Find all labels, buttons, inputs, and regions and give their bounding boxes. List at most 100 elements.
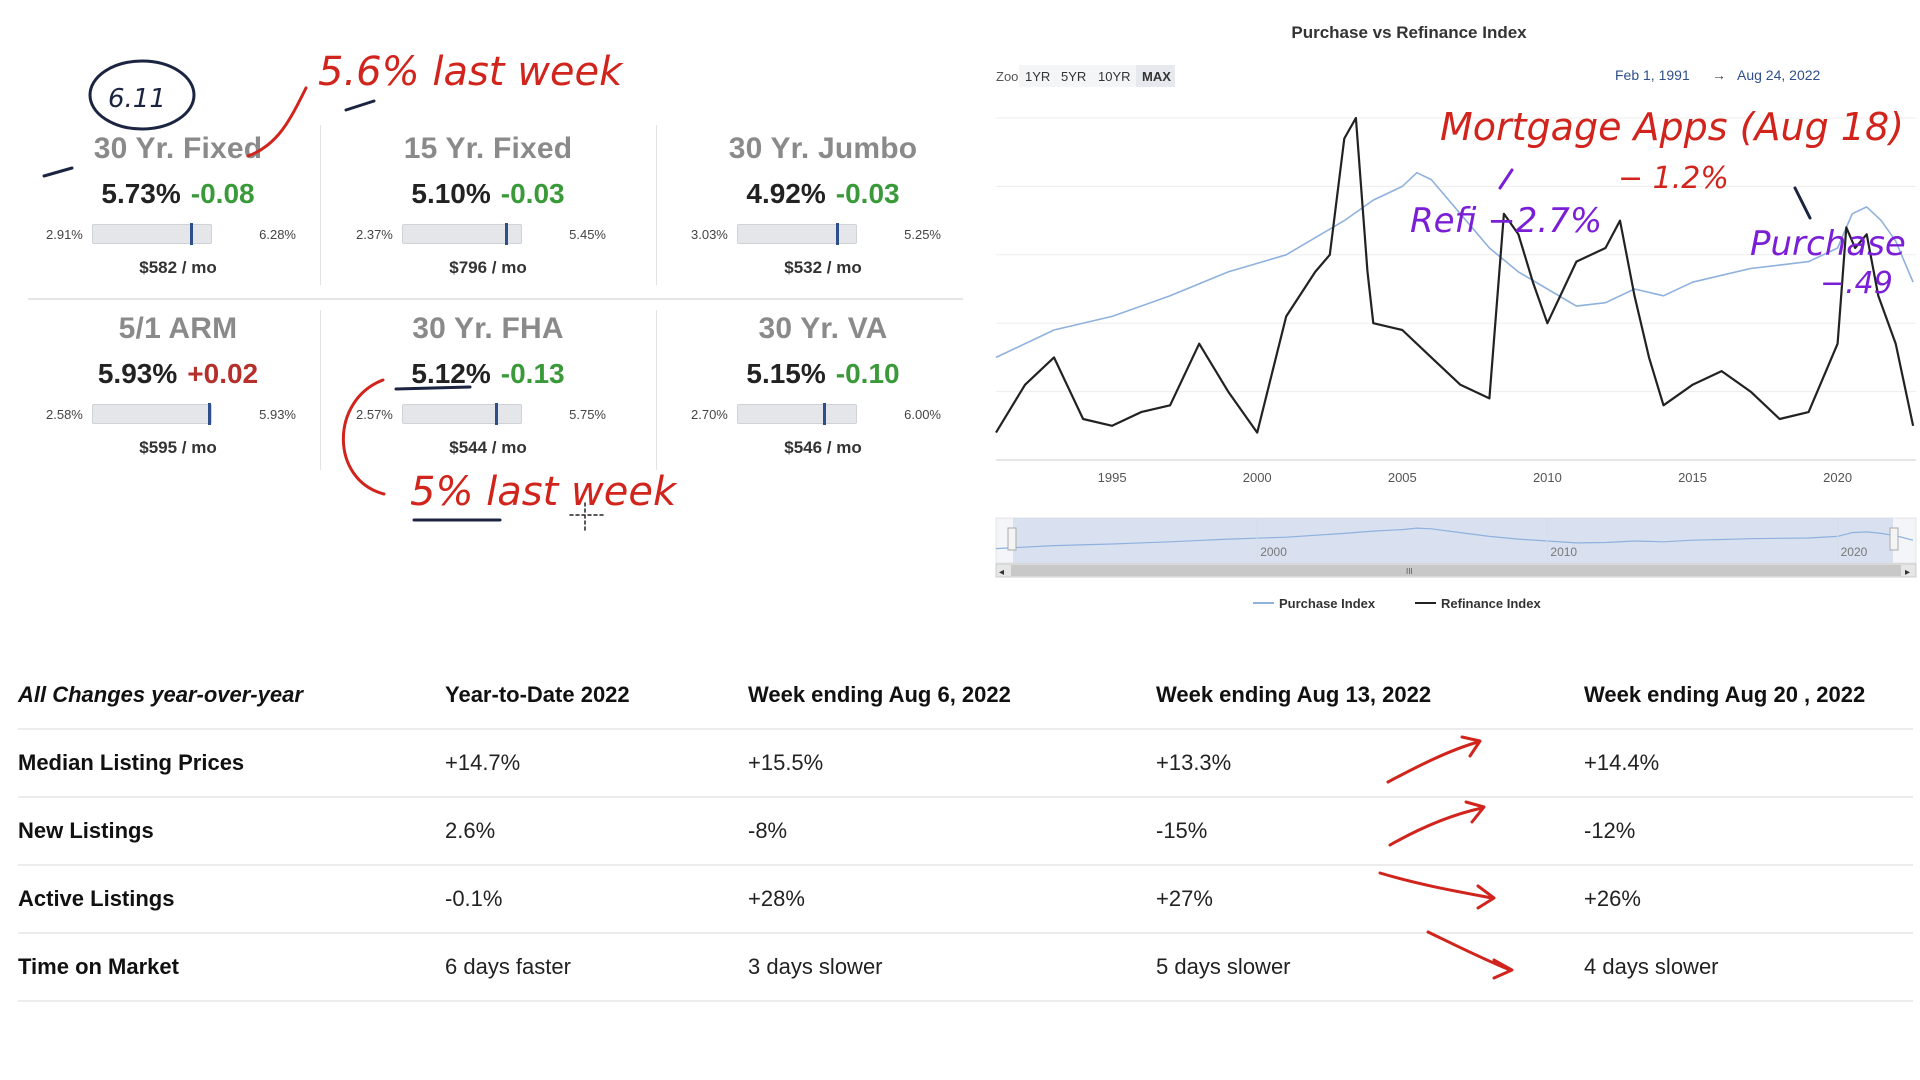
rate-card[interactable]: 30 Yr. FHA 5.12% -0.13 2.57% 5.75% $544 / mo xyxy=(338,290,638,460)
table-cell: -8% xyxy=(748,797,1156,866)
rate-value: 4.92% xyxy=(746,178,826,209)
range-marker xyxy=(505,223,508,245)
range-max: 5.25% xyxy=(904,227,941,242)
x-tick-label: 2005 xyxy=(1388,470,1417,485)
x-axis-ticks: 1995 2000 2005 2010 2015 2020 xyxy=(1098,470,1852,485)
monthly-payment: $796 / mo xyxy=(449,258,527,277)
navigator-handle-left[interactable] xyxy=(1007,527,1017,551)
range-min: 2.57% xyxy=(356,407,393,422)
scrollbar-grip: III xyxy=(1406,567,1413,576)
zoom-button-label[interactable]: 10YR xyxy=(1098,69,1131,84)
range-bar xyxy=(402,223,522,245)
scroll-left-arrow[interactable]: ◂ xyxy=(999,567,1004,578)
table-cell: +14.4% xyxy=(1584,729,1913,798)
rate-card[interactable]: 30 Yr. Fixed 5.73% -0.08 2.91% 6.28% $582 / m… xyxy=(28,110,328,280)
table-cell: +15.5% xyxy=(748,729,1156,798)
refinance-index-line xyxy=(995,116,1915,434)
navigator-handle-right[interactable] xyxy=(1889,527,1899,551)
zoom-button-label[interactable]: MAX xyxy=(1142,69,1171,84)
dash-annotation xyxy=(344,99,376,112)
table-cell: +28% xyxy=(748,865,1156,934)
rate-change: -0.13 xyxy=(500,358,565,389)
table-cell: -15% xyxy=(1156,797,1584,866)
scrollbar-thumb[interactable] xyxy=(1011,565,1901,576)
rate-card[interactable]: 15 Yr. Fixed 5.10% -0.03 2.37% 5.45% $796 / m… xyxy=(338,110,638,280)
header-cell: Week ending Aug 13, 2022 xyxy=(1156,662,1584,730)
mortgage-rates-panel: 30 Yr. Fixed 5.73% -0.08 2.91% 6.28% $582 / m… xyxy=(28,110,963,480)
range-min: 2.58% xyxy=(46,407,83,422)
range-max: 5.93% xyxy=(259,407,296,422)
header-cell: Year-to-Date 2022 xyxy=(445,662,748,730)
range-bar xyxy=(402,403,522,425)
table-row: Median Listing Prices +14.7% +15.5% +13.3% +… xyxy=(18,729,1913,798)
table-header-row: All Changes year-over-year Year-to-Date … xyxy=(18,662,1913,730)
rate-line: 5.12% -0.13 xyxy=(338,358,638,390)
rate-card[interactable]: 5/1 ARM 5.93% +0.02 2.58% 5.93% $595 / mo xyxy=(28,290,328,460)
row-label: Time on Market xyxy=(18,933,445,1002)
rate-change: -0.10 xyxy=(835,358,900,389)
rate-card[interactable]: 30 Yr. Jumbo 4.92% -0.03 3.03% 5.25% $532 / m… xyxy=(673,110,973,280)
range-min: 3.03% xyxy=(691,227,728,242)
row-label: Active Listings xyxy=(18,865,445,934)
rate-title: 30 Yr. FHA xyxy=(412,312,564,345)
table-row: Active Listings -0.1% +28% +27% +26% xyxy=(18,865,1913,934)
range-marker xyxy=(836,223,839,245)
rate-value: 5.15% xyxy=(746,358,826,389)
date-arrow: → xyxy=(1712,67,1726,83)
range-marker xyxy=(823,403,826,425)
date-to[interactable]: Aug 24, 2022 xyxy=(1737,67,1821,83)
rate-line: 5.10% -0.03 xyxy=(338,178,638,210)
range-bar xyxy=(737,223,857,245)
legend-purchase-label[interactable]: Purchase Index xyxy=(1279,596,1376,611)
range-min: 2.91% xyxy=(46,227,83,242)
legend-refinance-label[interactable]: Refinance Index xyxy=(1441,596,1541,611)
x-tick-label: 1995 xyxy=(1098,470,1127,485)
table-cell: 2.6% xyxy=(445,797,748,866)
table-row: Time on Market 6 days faster 3 days slower… xyxy=(18,933,1913,1002)
rate-change: -0.03 xyxy=(835,178,900,209)
range-min: 2.37% xyxy=(356,227,393,242)
navigator-tick-label: 2020 xyxy=(1841,545,1868,559)
rate-title: 30 Yr. Fixed xyxy=(93,132,263,165)
rate-line: 5.73% -0.08 xyxy=(28,178,328,210)
rate-change: -0.03 xyxy=(500,178,565,209)
rate-line: 4.92% -0.03 xyxy=(673,178,973,210)
monthly-payment: $595 / mo xyxy=(139,438,217,457)
rate-title: 30 Yr. VA xyxy=(758,312,888,345)
navigator-selection[interactable] xyxy=(1013,518,1893,563)
table-cell: 5 days slower xyxy=(1156,933,1584,1002)
range-marker xyxy=(208,403,211,425)
rate-card[interactable]: 30 Yr. VA 5.15% -0.10 2.70% 6.00% $546 / mo xyxy=(673,290,973,460)
rate-range: 2.91% 6.28% xyxy=(28,223,328,246)
rate-change: -0.08 xyxy=(190,178,255,209)
date-from[interactable]: Feb 1, 1991 xyxy=(1615,67,1690,83)
range-max: 5.45% xyxy=(569,227,606,242)
rate-value: 5.73% xyxy=(101,178,181,209)
range-max: 6.28% xyxy=(259,227,296,242)
range-bar xyxy=(92,403,212,425)
table-body: Median Listing Prices +14.7% +15.5% +13.3% +… xyxy=(18,729,1913,1002)
navigator-tick-label: 2010 xyxy=(1550,545,1577,559)
table-cell: -0.1% xyxy=(445,865,748,934)
x-tick-label: 2000 xyxy=(1243,470,1272,485)
row-label: New Listings xyxy=(18,797,445,866)
header-cell: All Changes year-over-year xyxy=(18,662,445,730)
zoom-button-label[interactable]: 1YR xyxy=(1025,69,1050,84)
purchase-index-line xyxy=(995,171,1914,359)
rates-divider-v4 xyxy=(656,310,657,470)
range-bar xyxy=(92,223,212,245)
chart-series xyxy=(995,116,1915,434)
rate-range: 2.37% 5.45% xyxy=(338,223,638,246)
table-cell: +27% xyxy=(1156,865,1584,934)
scroll-right-arrow[interactable]: ▸ xyxy=(1905,567,1910,578)
rate-value: 5.10% xyxy=(411,178,491,209)
rate-range: 3.03% 5.25% xyxy=(673,223,973,246)
table-cell: 6 days faster xyxy=(445,933,748,1002)
header-cell: Week ending Aug 6, 2022 xyxy=(748,662,1156,730)
rate-range: 2.58% 5.93% xyxy=(28,403,328,426)
rates-divider-v2 xyxy=(656,125,657,285)
zoom-button-label[interactable]: 5YR xyxy=(1061,69,1086,84)
monthly-payment: $582 / mo xyxy=(139,258,217,277)
fixed-last-week-annotation: 5.6% last week xyxy=(318,49,624,95)
rate-value: 5.12% xyxy=(411,358,491,389)
